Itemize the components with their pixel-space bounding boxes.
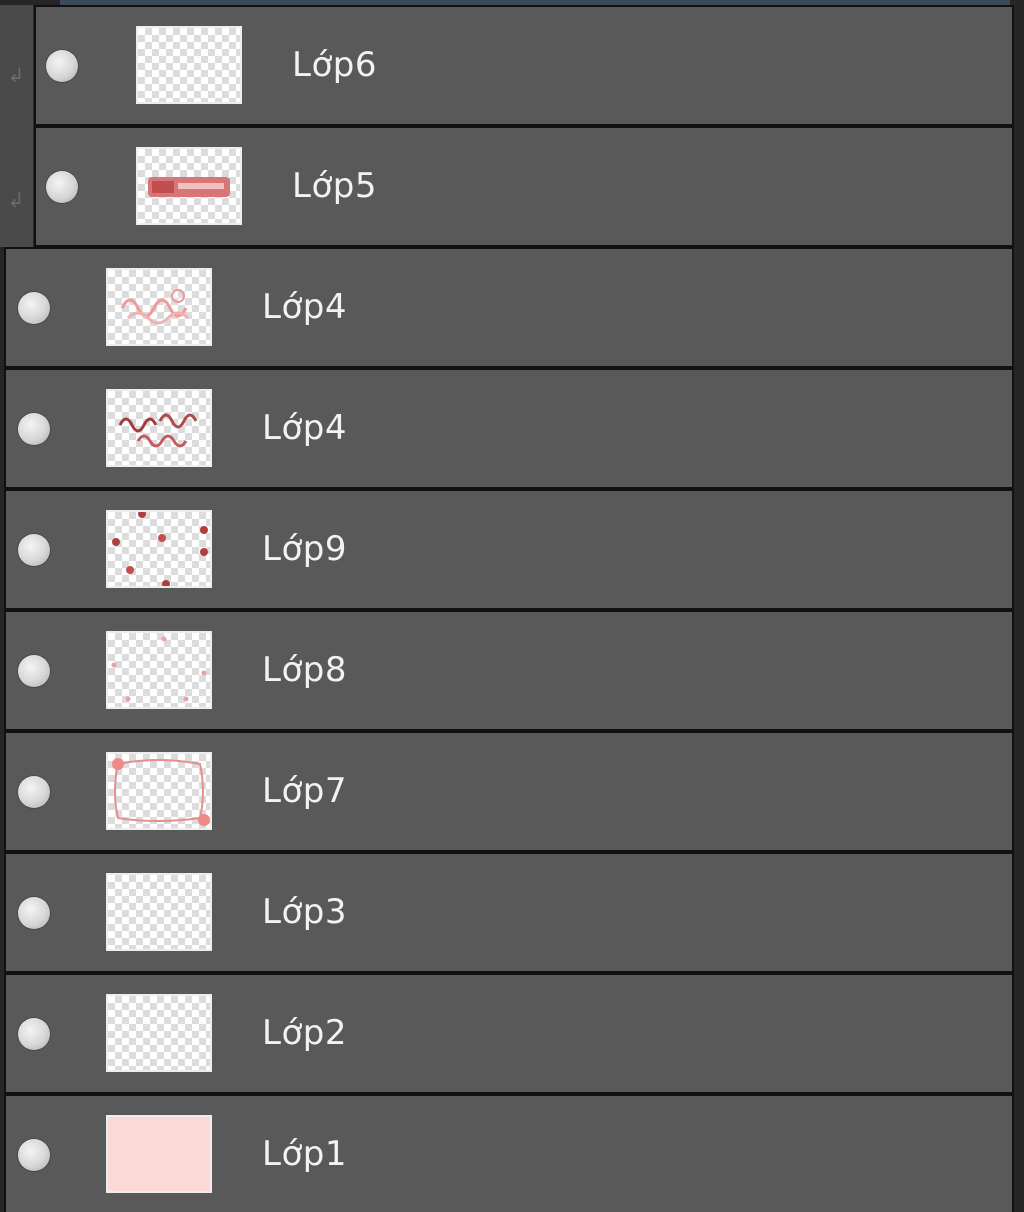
layer-thumbnail <box>136 26 242 104</box>
eye-icon[interactable] <box>18 655 50 687</box>
layer-thumbnail <box>106 994 212 1072</box>
eye-icon[interactable] <box>18 897 50 929</box>
layer-row[interactable]: Lớp1 <box>4 1094 1014 1212</box>
dark-script-art <box>118 413 198 448</box>
red-banner-art <box>148 177 230 197</box>
faint-dots-art <box>111 636 207 702</box>
pink-script-art <box>120 289 190 325</box>
layer-name[interactable]: Lớp7 <box>262 771 347 811</box>
layer-row[interactable]: Lớp2 <box>4 973 1014 1094</box>
eye-icon[interactable] <box>18 1018 50 1050</box>
layer-name[interactable]: Lớp4 <box>262 408 347 448</box>
layer-thumbnail <box>136 147 242 225</box>
layer-row[interactable]: Lớp6 <box>34 5 1014 126</box>
layer-row[interactable]: Lớp4 <box>4 247 1014 368</box>
layer-thumbnail <box>106 752 212 830</box>
eye-icon[interactable] <box>18 413 50 445</box>
layer-row[interactable]: Lớp9 <box>4 489 1014 610</box>
layers-panel: ↲ ↲ Lớp6 Lớp5 Lớp4 Lớp4 Lớp9 Lớp8 Lớp7 L… <box>0 0 1024 1212</box>
layer-row[interactable]: Lớp7 <box>4 731 1014 852</box>
eye-icon[interactable] <box>46 50 78 82</box>
layer-name[interactable]: Lớp6 <box>292 45 377 85</box>
layer-thumbnail <box>106 1115 212 1193</box>
eye-icon[interactable] <box>18 1139 50 1171</box>
layer-name[interactable]: Lớp8 <box>262 650 347 690</box>
layer-thumbnail <box>106 631 212 709</box>
red-dots-art <box>112 512 208 586</box>
clipping-group-indicator: ↲ ↲ <box>0 5 35 247</box>
layer-thumbnail <box>106 510 212 588</box>
layer-thumbnail <box>106 873 212 951</box>
layer-row[interactable]: Lớp4 <box>4 368 1014 489</box>
eye-icon[interactable] <box>18 534 50 566</box>
layer-name[interactable]: Lớp5 <box>292 166 377 206</box>
layer-row[interactable]: Lớp3 <box>4 852 1014 973</box>
layer-thumbnail <box>106 268 212 346</box>
clip-arrow-icon: ↲ <box>7 188 25 212</box>
clip-arrow-icon: ↲ <box>7 63 25 87</box>
layer-thumbnail <box>106 389 212 467</box>
layer-name[interactable]: Lớp2 <box>262 1013 347 1053</box>
eye-icon[interactable] <box>18 776 50 808</box>
layer-name[interactable]: Lớp1 <box>262 1134 347 1174</box>
eye-icon[interactable] <box>46 171 78 203</box>
layer-name[interactable]: Lớp4 <box>262 287 347 327</box>
layer-name[interactable]: Lớp9 <box>262 529 347 569</box>
layer-row[interactable]: Lớp5 <box>34 126 1014 247</box>
eye-icon[interactable] <box>18 292 50 324</box>
layer-row[interactable]: Lớp8 <box>4 610 1014 731</box>
layer-name[interactable]: Lớp3 <box>262 892 347 932</box>
pink-frame-art <box>112 758 210 826</box>
